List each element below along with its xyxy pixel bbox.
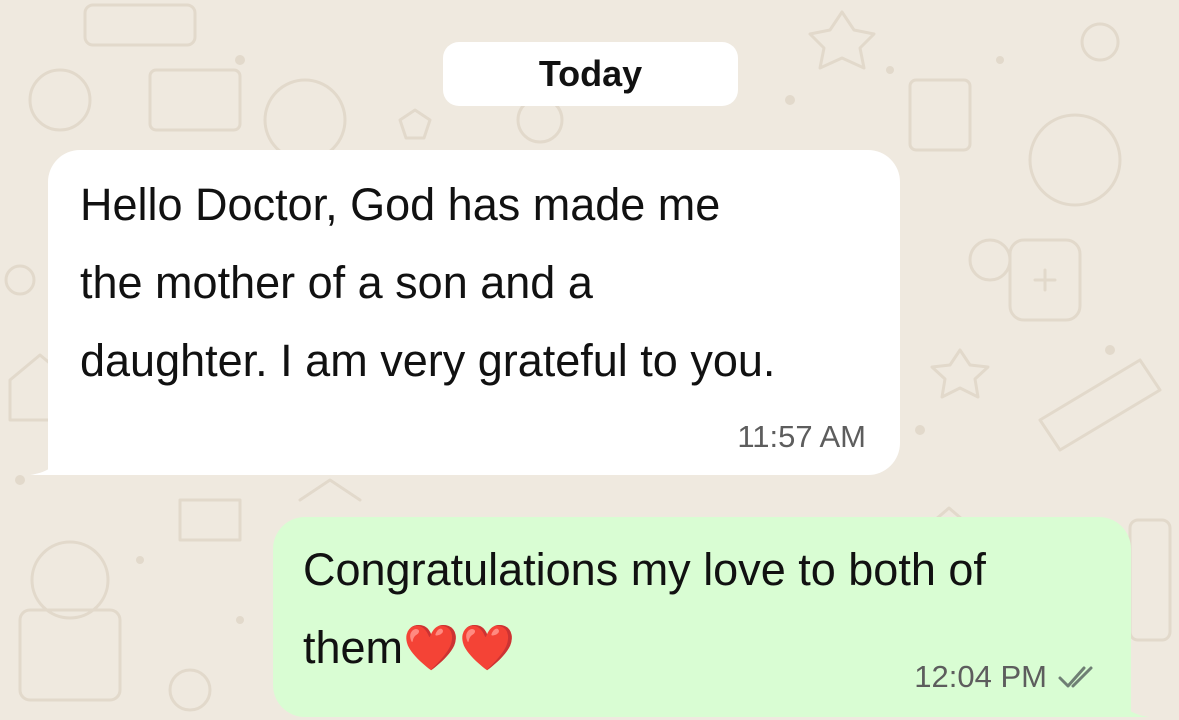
- bubble-tail-icon: [30, 453, 60, 475]
- bubble-tail-icon: [1119, 695, 1149, 717]
- date-divider: Today: [443, 42, 738, 106]
- incoming-message-bubble[interactable]: Hello Doctor, God has made me the mother…: [30, 150, 900, 475]
- message-meta: 12:04 PM: [914, 659, 1101, 695]
- date-label: Today: [538, 53, 643, 94]
- message-meta: 11:57 AM: [737, 419, 866, 455]
- double-check-icon: [1058, 666, 1093, 688]
- message-timestamp: 11:57 AM: [737, 419, 866, 454]
- outgoing-message-bubble[interactable]: Congratulations my love to both of them❤…: [273, 517, 1149, 717]
- message-timestamp: 12:04 PM: [914, 659, 1047, 694]
- message-text: Hello Doctor, God has made me the mother…: [80, 179, 776, 386]
